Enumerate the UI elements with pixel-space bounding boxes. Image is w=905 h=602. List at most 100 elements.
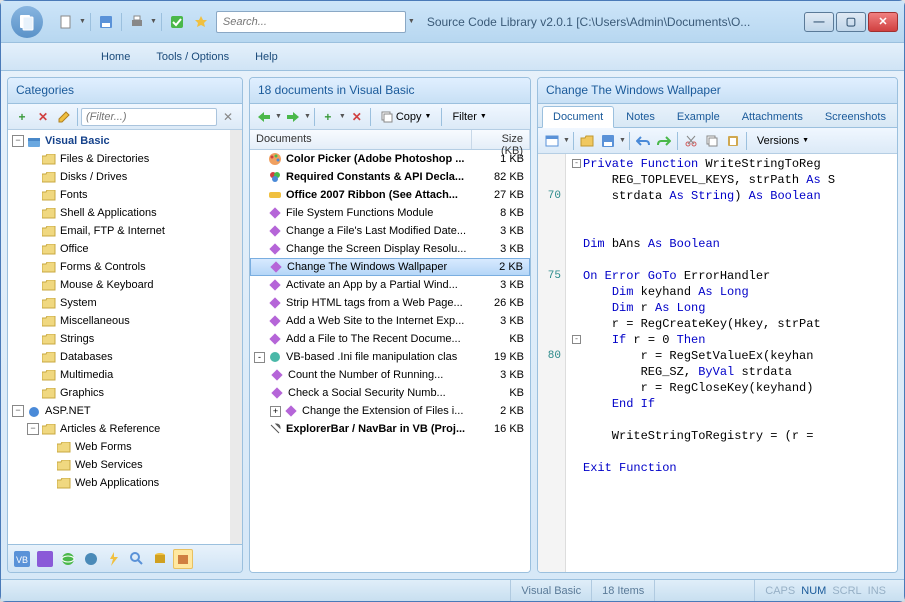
list-row[interactable]: Color Picker (Adobe Photoshop ...1 KB: [250, 150, 530, 168]
ed-open-button[interactable]: [577, 131, 597, 151]
tab-attachments[interactable]: Attachments: [732, 107, 813, 127]
tree-root[interactable]: −Visual Basic: [8, 132, 230, 150]
cat-edit-button[interactable]: [54, 107, 74, 127]
list-row[interactable]: ExplorerBar / NavBar in VB (Proj...16 KB: [250, 420, 530, 438]
menu-help[interactable]: Help: [245, 47, 288, 67]
list-row[interactable]: Change the Screen Display Resolu...3 KB: [250, 240, 530, 258]
documents-title: 18 documents in Visual Basic: [250, 78, 530, 104]
list-row[interactable]: File System Functions Module8 KB: [250, 204, 530, 222]
tab-document[interactable]: Document: [542, 106, 614, 128]
doc-icon: [268, 332, 282, 346]
window: ▼ ▼ ▼ Source Code Library v2.0.1 [C:\Use…: [0, 0, 905, 602]
code-editor[interactable]: 70 75 80 -Private Function WriteStringTo…: [538, 154, 897, 572]
list-row[interactable]: Add a Web Site to the Internet Exp...3 K…: [250, 312, 530, 330]
tree-item[interactable]: Multimedia: [8, 366, 230, 384]
check-button[interactable]: [166, 11, 188, 33]
minimize-button[interactable]: —: [804, 12, 834, 32]
tree-item[interactable]: −Articles & Reference: [8, 420, 230, 438]
categories-title: Categories: [8, 78, 242, 104]
tree-item[interactable]: Fonts: [8, 186, 230, 204]
tree-item[interactable]: Forms & Controls: [8, 258, 230, 276]
ed-save-button[interactable]: [598, 131, 618, 151]
status-num: NUM: [801, 585, 826, 597]
doc-delete-button[interactable]: ✕: [347, 107, 367, 127]
tree-item[interactable]: Web Forms: [8, 438, 230, 456]
tree-item[interactable]: Mouse & Keyboard: [8, 276, 230, 294]
cat-delete-button[interactable]: ✕: [33, 107, 53, 127]
col-documents[interactable]: Documents: [250, 130, 472, 149]
menu-tools[interactable]: Tools / Options: [146, 47, 239, 67]
ed-redo-button[interactable]: [654, 131, 674, 151]
bolt-icon[interactable]: [104, 549, 124, 569]
tree-item[interactable]: Graphics: [8, 384, 230, 402]
tree-item[interactable]: Email, FTP & Internet: [8, 222, 230, 240]
editor-tabs: DocumentNotesExampleAttachmentsScreensho…: [538, 104, 897, 128]
doc-copy-button[interactable]: Copy▼: [374, 108, 439, 126]
tree-item[interactable]: Web Services: [8, 456, 230, 474]
doc-add-button[interactable]: +: [318, 107, 338, 127]
tree-item[interactable]: Strings: [8, 330, 230, 348]
tree-item[interactable]: Files & Directories: [8, 150, 230, 168]
scrollbar[interactable]: [230, 130, 242, 544]
tree-item[interactable]: Shell & Applications: [8, 204, 230, 222]
close-button[interactable]: ✕: [868, 12, 898, 32]
ed-undo-button[interactable]: [633, 131, 653, 151]
tree-item[interactable]: Databases: [8, 348, 230, 366]
categories-tree[interactable]: −Visual BasicFiles & DirectoriesDisks / …: [8, 130, 230, 544]
list-row[interactable]: Add a File to The Recent Docume...KB: [250, 330, 530, 348]
titlebar: ▼ ▼ ▼ Source Code Library v2.0.1 [C:\Use…: [1, 1, 904, 43]
svg-text:VB: VB: [16, 555, 28, 565]
list-row[interactable]: Change The Windows Wallpaper2 KB: [250, 258, 530, 276]
nav-back-button[interactable]: [254, 107, 274, 127]
col-size[interactable]: Size (KB): [472, 130, 530, 149]
tree-item[interactable]: System: [8, 294, 230, 312]
menu-home[interactable]: Home: [91, 47, 140, 67]
ed-paste-button[interactable]: [723, 131, 743, 151]
doc-icon: [268, 296, 282, 310]
save-button[interactable]: [95, 11, 117, 33]
favorite-button[interactable]: [190, 11, 212, 33]
ed-versions-button[interactable]: Versions▼: [750, 132, 816, 150]
list-row[interactable]: Office 2007 Ribbon (See Attach...27 KB: [250, 186, 530, 204]
db-icon[interactable]: [150, 549, 170, 569]
globe2-icon[interactable]: [81, 549, 101, 569]
lang-vb-icon[interactable]: VB: [12, 549, 32, 569]
documents-list[interactable]: Color Picker (Adobe Photoshop ...1 KBReq…: [250, 150, 530, 438]
tree-item[interactable]: Miscellaneous: [8, 312, 230, 330]
tab-example[interactable]: Example: [667, 107, 730, 127]
doc-icon: [270, 368, 284, 382]
new-button[interactable]: [55, 11, 77, 33]
doc-filter-button[interactable]: Filter▼: [445, 108, 493, 126]
tree-item[interactable]: Web Applications: [8, 474, 230, 492]
cat-add-button[interactable]: +: [12, 107, 32, 127]
ed-view-button[interactable]: [542, 131, 562, 151]
list-row[interactable]: Activate an App by a Partial Wind...3 KB: [250, 276, 530, 294]
box-icon[interactable]: [173, 549, 193, 569]
lang-cs-icon[interactable]: [35, 549, 55, 569]
doc-icon: [268, 350, 282, 364]
list-row[interactable]: -VB-based .Ini file manipulation clas19 …: [250, 348, 530, 366]
print-button[interactable]: [126, 11, 148, 33]
search-input[interactable]: [216, 11, 406, 33]
tab-notes[interactable]: Notes: [616, 107, 665, 127]
tree-item[interactable]: Office: [8, 240, 230, 258]
globe-icon[interactable]: [58, 549, 78, 569]
tab-screenshots[interactable]: Screenshots: [815, 107, 896, 127]
search-icon[interactable]: [127, 549, 147, 569]
maximize-button[interactable]: ▢: [836, 12, 866, 32]
list-row[interactable]: Count the Number of Running...3 KB: [250, 366, 530, 384]
cat-clear-filter[interactable]: ✕: [218, 107, 238, 127]
doc-icon: [284, 404, 298, 418]
ed-cut-button[interactable]: [681, 131, 701, 151]
list-row[interactable]: Strip HTML tags from a Web Page...26 KB: [250, 294, 530, 312]
list-row[interactable]: Change a File's Last Modified Date...3 K…: [250, 222, 530, 240]
list-row[interactable]: Required Constants & API Decla...82 KB: [250, 168, 530, 186]
tree-root[interactable]: −ASP.NET: [8, 402, 230, 420]
list-row[interactable]: Check a Social Security Numb...KB: [250, 384, 530, 402]
list-row[interactable]: +Change the Extension of Files i...2 KB: [250, 402, 530, 420]
status-caps: CAPS: [765, 585, 795, 597]
nav-fwd-button[interactable]: [283, 107, 303, 127]
ed-copy-button[interactable]: [702, 131, 722, 151]
tree-item[interactable]: Disks / Drives: [8, 168, 230, 186]
cat-filter-input[interactable]: [81, 108, 217, 126]
